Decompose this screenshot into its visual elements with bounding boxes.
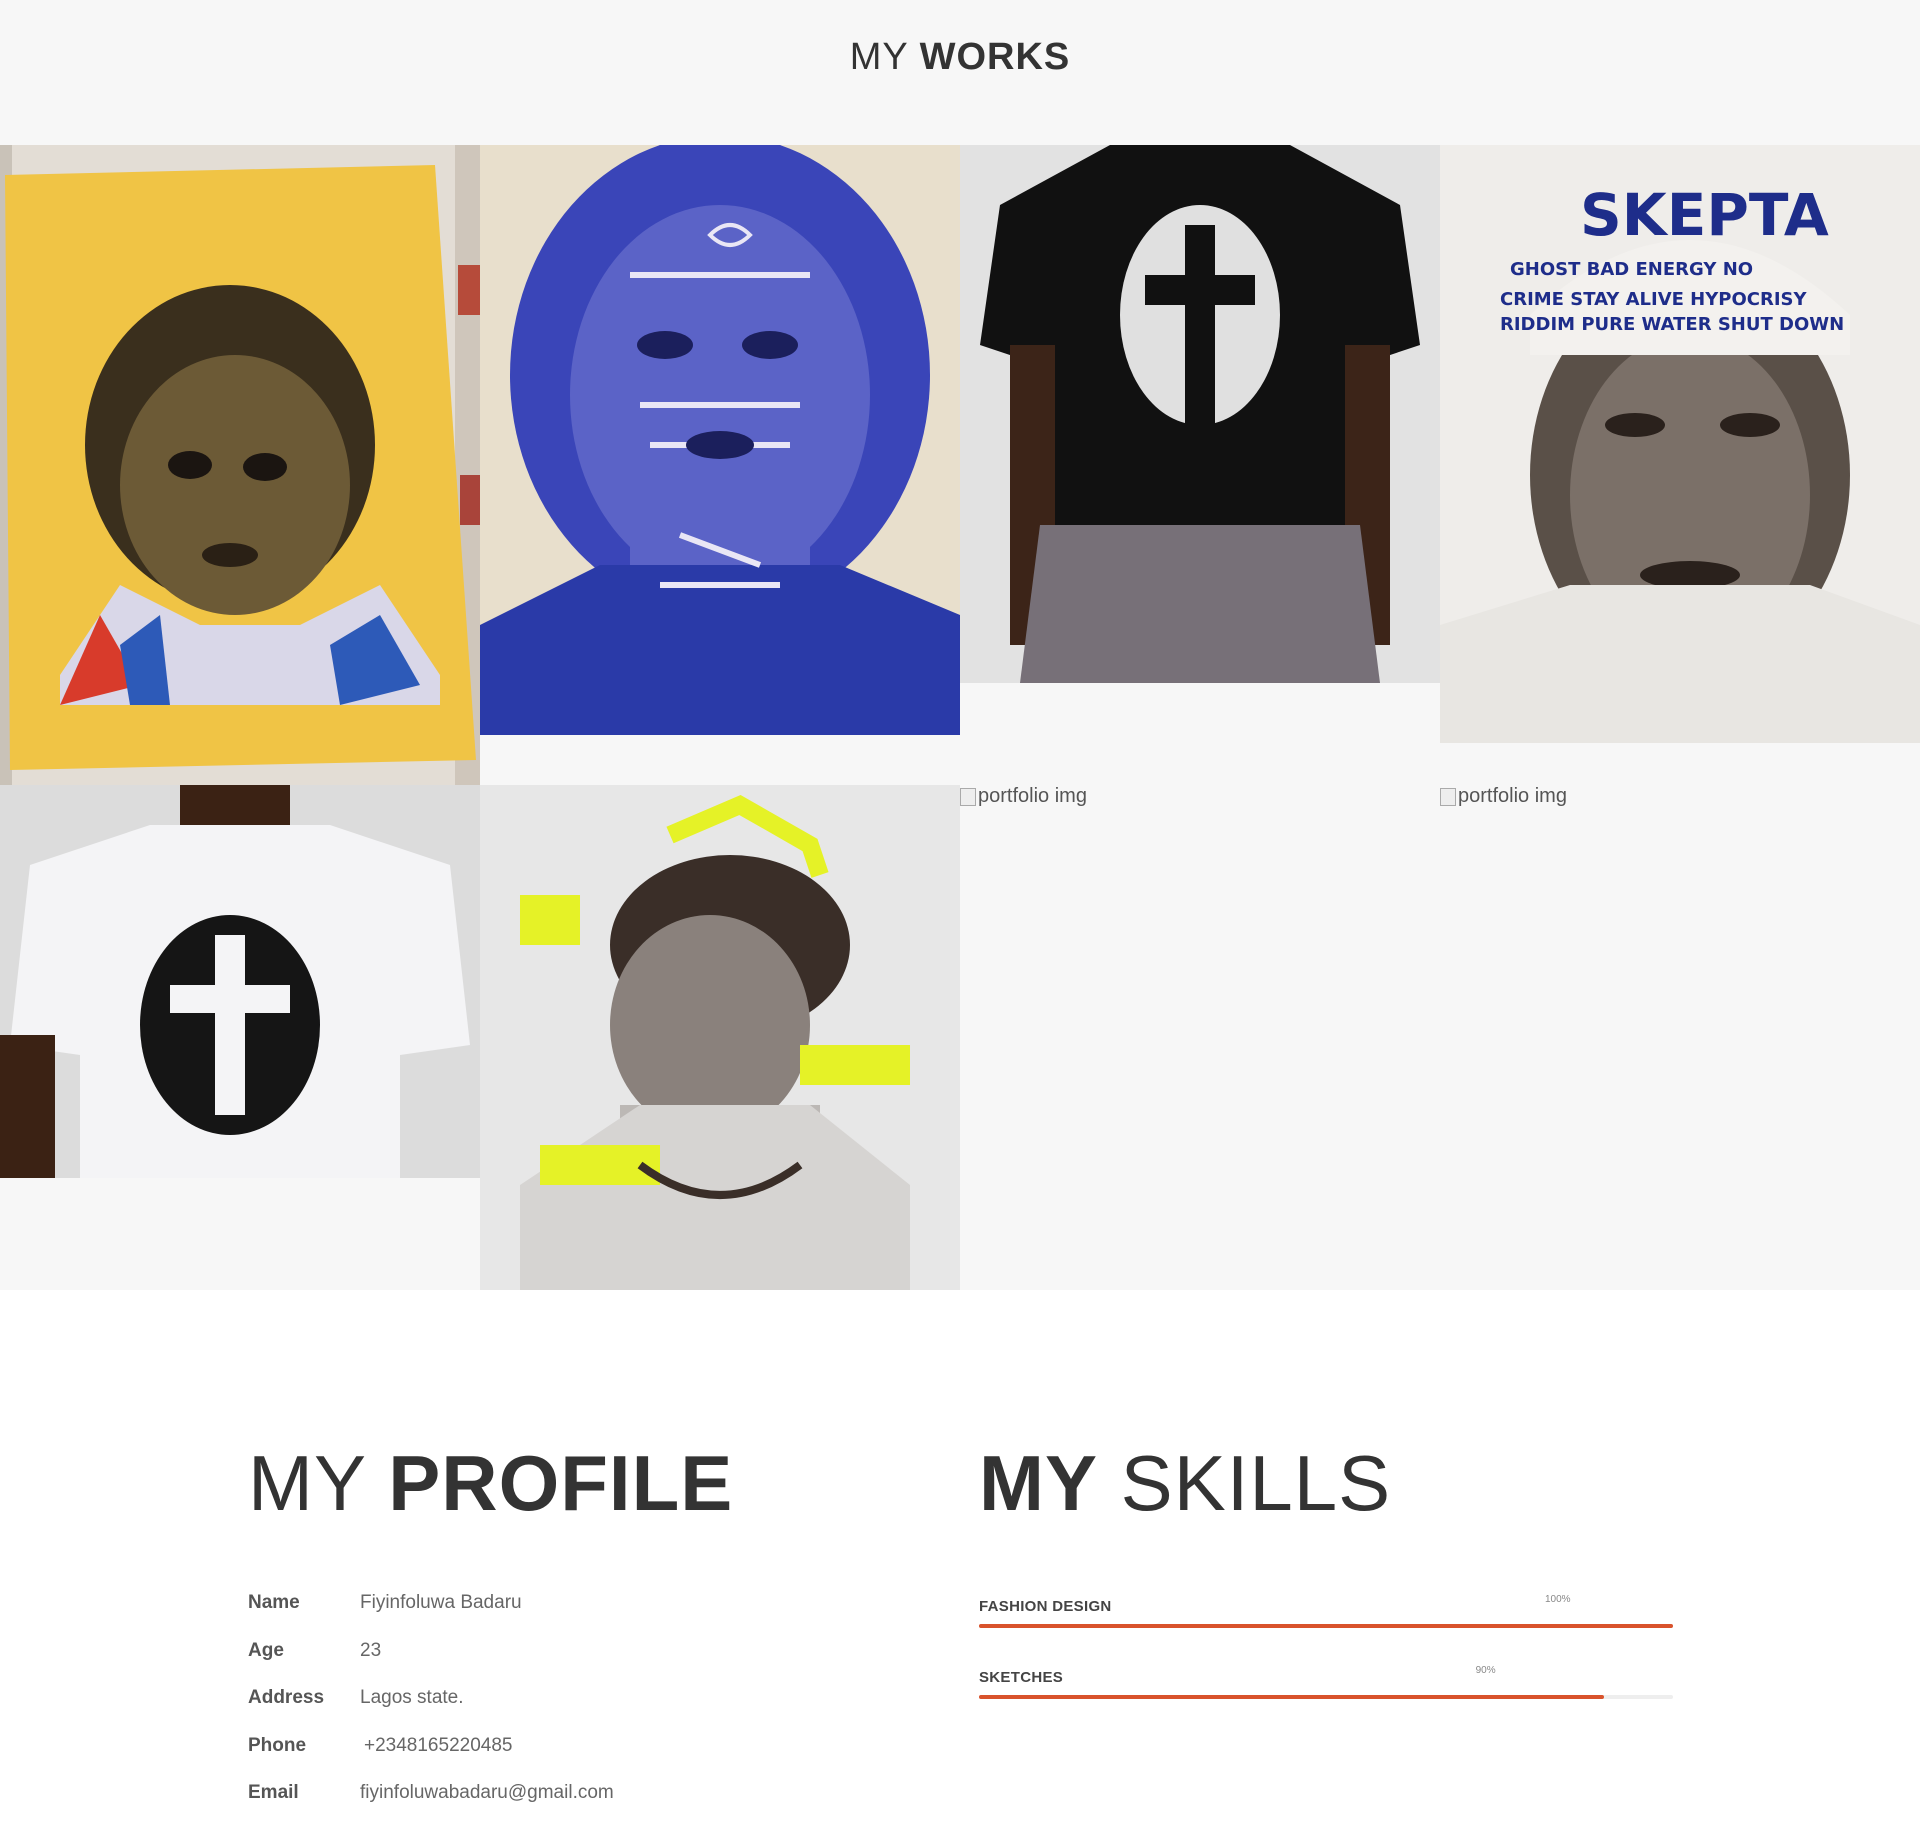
svg-text:RIDDIM PURE WATER SHUT DOWN: RIDDIM PURE WATER SHUT DOWN [1500,314,1844,335]
skill-bar-fill [979,1624,1673,1628]
portfolio-item-broken-2[interactable]: portfolio img [1440,785,1920,825]
works-section: MY WORKS SKEPTA GHOST BAD ENERGY NO CRIM… [0,0,1920,1290]
skills-title: MY SKILLS [979,1439,1392,1527]
portfolio-item-broken-1[interactable]: portfolio img [960,785,1440,825]
skill-name: SKETCHES [979,1669,1064,1686]
svg-text:SKEPTA: SKEPTA [1580,181,1829,249]
profile-value: 23 [360,1640,382,1661]
profile-value: Lagos state. [360,1687,464,1708]
skill-bar-fill [979,1695,1604,1699]
profile-title: MY PROFILE [248,1439,734,1527]
portfolio-item-black-tshirt[interactable] [960,145,1440,683]
skill-percent: 100% [1545,1594,1571,1605]
broken-image-icon [1440,788,1456,806]
profile-row-age: Age 23 [248,1640,848,1670]
portfolio-item-white-tshirt[interactable] [0,785,480,1178]
skill-track [979,1695,1673,1699]
profile-value: Fiyinfoluwa Badaru [360,1592,522,1613]
profile-row-phone: Phone +2348165220485 [248,1735,848,1765]
portfolio-item-blue-portrait[interactable] [480,145,960,735]
broken-image-alt: portfolio img [1458,785,1567,807]
profile-label: Email [248,1782,299,1803]
works-title: MY WORKS [849,36,1071,78]
profile-label: Address [248,1687,325,1708]
profile-label: Name [248,1592,300,1613]
svg-text:GHOST BAD ENERGY NO: GHOST BAD ENERGY NO [1510,259,1753,280]
skill-sketches: SKETCHES 90% [979,1665,1673,1729]
profile-label: Age [248,1640,284,1661]
profile-value: fiyinfoluwabadaru@gmail.com [360,1782,614,1803]
skill-track [979,1624,1673,1628]
skill-name: FASHION DESIGN [979,1598,1112,1615]
profile-row-name: Name Fiyinfoluwa Badaru [248,1592,848,1622]
portfolio-image [960,145,1440,683]
profile-row-address: Address Lagos state. [248,1687,848,1717]
skill-fashion-design: FASHION DESIGN 100% [979,1594,1673,1658]
broken-image-icon [960,788,976,806]
portfolio-item-yellow-sketch[interactable] [480,785,960,1290]
portfolio-item-child-portrait[interactable] [0,145,480,785]
portfolio-image [480,785,960,1290]
profile-label: Phone [248,1735,307,1756]
portfolio-image [0,145,480,785]
broken-image-alt: portfolio img [978,785,1087,807]
skill-percent: 90% [1475,1665,1496,1676]
portfolio-image [480,145,960,735]
svg-text:CRIME STAY ALIVE HYPOCRISY: CRIME STAY ALIVE HYPOCRISY [1500,289,1808,310]
portfolio-image: SKEPTA GHOST BAD ENERGY NO CRIME STAY AL… [1440,145,1920,743]
portfolio-item-skepta-portrait[interactable]: SKEPTA GHOST BAD ENERGY NO CRIME STAY AL… [1440,145,1920,743]
portfolio-image [0,785,480,1178]
profile-row-email: Email fiyinfoluwabadaru@gmail.com [248,1782,848,1812]
profile-value: +2348165220485 [364,1735,513,1756]
